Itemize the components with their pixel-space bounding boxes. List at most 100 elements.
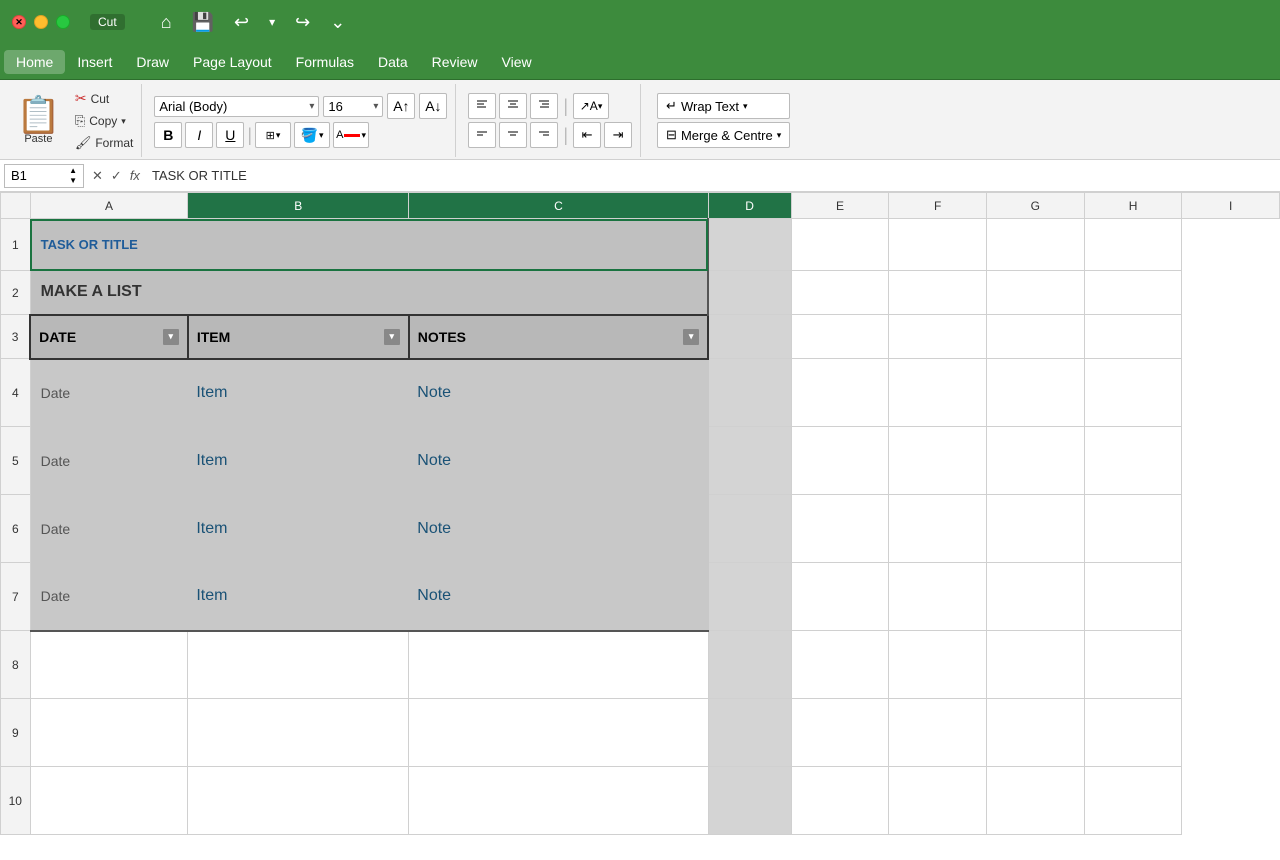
- cell-B8[interactable]: [30, 631, 188, 699]
- col-header-E[interactable]: E: [791, 193, 889, 219]
- cell-C4[interactable]: Item: [188, 359, 409, 427]
- font-color-button[interactable]: A ▾: [333, 122, 369, 148]
- cell-H2[interactable]: [986, 271, 1084, 315]
- notes-dropdown-button[interactable]: ▾: [683, 329, 699, 345]
- cell-B7[interactable]: Date: [30, 563, 188, 631]
- cell-F6[interactable]: [791, 495, 889, 563]
- cell-H10[interactable]: [986, 767, 1084, 835]
- cell-H9[interactable]: [986, 699, 1084, 767]
- row-header-4[interactable]: 4: [1, 359, 31, 427]
- cell-E10[interactable]: [708, 767, 791, 835]
- align-right-button[interactable]: [530, 93, 558, 119]
- cell-H6[interactable]: [986, 495, 1084, 563]
- cell-E9[interactable]: [708, 699, 791, 767]
- cell-B1[interactable]: TASK OR TITLE: [30, 219, 708, 271]
- bold-button[interactable]: B: [154, 122, 182, 148]
- col-header-B[interactable]: B: [188, 193, 409, 219]
- cell-ref-up[interactable]: ▲: [69, 166, 77, 176]
- cell-B2[interactable]: MAKE A LIST: [30, 271, 708, 315]
- cell-G8[interactable]: [889, 631, 987, 699]
- confirm-formula-button[interactable]: ✓: [111, 168, 122, 184]
- formula-content[interactable]: TASK OR TITLE: [148, 168, 1276, 183]
- cell-D10[interactable]: [409, 767, 708, 835]
- cell-G6[interactable]: [889, 495, 987, 563]
- cell-G9[interactable]: [889, 699, 987, 767]
- cell-D5[interactable]: Note: [409, 427, 708, 495]
- cell-B4[interactable]: Date: [30, 359, 188, 427]
- row-header-10[interactable]: 10: [1, 767, 31, 835]
- cell-I3[interactable]: [1084, 315, 1182, 359]
- undo-icon[interactable]: ↩: [234, 12, 249, 33]
- cell-F9[interactable]: [791, 699, 889, 767]
- menu-page-layout[interactable]: Page Layout: [181, 50, 284, 74]
- cell-C10[interactable]: [188, 767, 409, 835]
- cell-I1[interactable]: [1084, 219, 1182, 271]
- cell-D4[interactable]: Note: [409, 359, 708, 427]
- redo-icon[interactable]: ↪: [295, 12, 310, 33]
- row-header-3[interactable]: 3: [1, 315, 31, 359]
- font-decrease-button[interactable]: A↓: [419, 93, 447, 119]
- underline-button[interactable]: U: [216, 122, 244, 148]
- row-header-9[interactable]: 9: [1, 699, 31, 767]
- cell-I7[interactable]: [1084, 563, 1182, 631]
- cell-C8[interactable]: [188, 631, 409, 699]
- font-name-select[interactable]: Arial (Body) ▾: [154, 96, 319, 117]
- save-icon[interactable]: 💾: [192, 12, 214, 33]
- col-header-H[interactable]: H: [1084, 193, 1182, 219]
- maximize-button[interactable]: [56, 15, 70, 29]
- col-header-C[interactable]: C: [409, 193, 708, 219]
- row-header-7[interactable]: 7: [1, 563, 31, 631]
- cell-C7[interactable]: Item: [188, 563, 409, 631]
- cut-button[interactable]: ✂ Cut: [71, 88, 138, 109]
- paste-button[interactable]: 📋 Paste: [8, 93, 69, 149]
- cell-I6[interactable]: [1084, 495, 1182, 563]
- cell-E8[interactable]: [708, 631, 791, 699]
- cell-F2[interactable]: [791, 271, 889, 315]
- cell-B10[interactable]: [30, 767, 188, 835]
- italic-button[interactable]: I: [185, 122, 213, 148]
- cell-D3-notes[interactable]: NOTES ▾: [409, 315, 708, 359]
- minimize-button[interactable]: [34, 15, 48, 29]
- cell-I5[interactable]: [1084, 427, 1182, 495]
- customize-icon[interactable]: ⌄: [330, 12, 345, 33]
- orientation-button[interactable]: ↗A ▾: [573, 93, 609, 119]
- menu-review[interactable]: Review: [420, 50, 490, 74]
- cell-I8[interactable]: [1084, 631, 1182, 699]
- cell-E5[interactable]: [708, 427, 791, 495]
- home-icon[interactable]: ⌂: [161, 12, 172, 33]
- cell-F10[interactable]: [791, 767, 889, 835]
- cell-E1[interactable]: [708, 219, 791, 271]
- border-button[interactable]: ⊞ ▾: [255, 122, 291, 148]
- cell-E3[interactable]: [708, 315, 791, 359]
- item-dropdown-button[interactable]: ▾: [384, 329, 400, 345]
- cell-F5[interactable]: [791, 427, 889, 495]
- date-dropdown-button[interactable]: ▾: [163, 329, 179, 345]
- cell-I9[interactable]: [1084, 699, 1182, 767]
- wrap-text-button[interactable]: ↵ Wrap Text ▾: [657, 93, 790, 119]
- row-header-5[interactable]: 5: [1, 427, 31, 495]
- cell-C6[interactable]: Item: [188, 495, 409, 563]
- cell-C5[interactable]: Item: [188, 427, 409, 495]
- menu-formulas[interactable]: Formulas: [284, 50, 366, 74]
- cell-G5[interactable]: [889, 427, 987, 495]
- cell-G10[interactable]: [889, 767, 987, 835]
- cell-F4[interactable]: [791, 359, 889, 427]
- cell-B5[interactable]: Date: [30, 427, 188, 495]
- align-right-text-button[interactable]: [530, 122, 558, 148]
- cell-B9[interactable]: [30, 699, 188, 767]
- cell-D8[interactable]: [409, 631, 708, 699]
- cell-ref-down[interactable]: ▼: [69, 176, 77, 186]
- align-top-left-button[interactable]: [468, 93, 496, 119]
- cell-D9[interactable]: [409, 699, 708, 767]
- row-header-6[interactable]: 6: [1, 495, 31, 563]
- cell-F7[interactable]: [791, 563, 889, 631]
- cell-B3-date[interactable]: DATE ▾: [30, 315, 188, 359]
- cell-G1[interactable]: [889, 219, 987, 271]
- fill-color-button[interactable]: 🪣 ▾: [294, 122, 330, 148]
- cell-C3-item[interactable]: ITEM ▾: [188, 315, 409, 359]
- menu-draw[interactable]: Draw: [124, 50, 181, 74]
- col-header-I[interactable]: I: [1182, 193, 1280, 219]
- cell-I4[interactable]: [1084, 359, 1182, 427]
- cell-B6[interactable]: Date: [30, 495, 188, 563]
- col-header-F[interactable]: F: [889, 193, 987, 219]
